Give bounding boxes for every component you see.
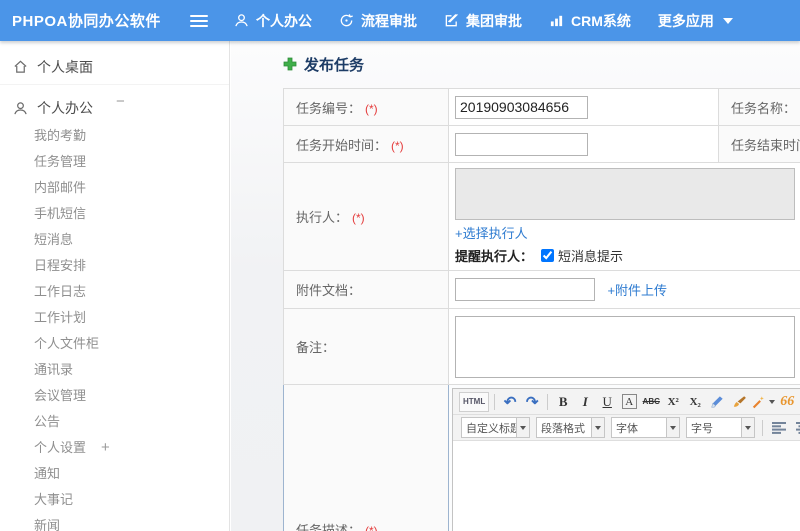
edit-square-icon (445, 14, 459, 27)
start-time-label: 任务开始时间： (*) (283, 125, 449, 163)
sidebar-item-task-management[interactable]: 任务管理 (0, 149, 229, 175)
attachment-input[interactable] (455, 278, 595, 301)
custom-title-select[interactable]: 自定义标题 (461, 417, 530, 438)
sidebar-item-short-message[interactable]: 短消息 (0, 227, 229, 253)
sidebar-item-personal-office[interactable]: 个人办公 − (0, 93, 229, 123)
bar-chart-icon (550, 15, 563, 27)
editor-toolbar-row-1: HTML B I U A ABC X² X₂ (453, 389, 800, 415)
remind-executor-label: 提醒执行人： (455, 249, 534, 264)
strikethrough-button[interactable]: ABC (641, 392, 661, 412)
align-center-icon[interactable] (793, 418, 800, 438)
sidebar-item-notice[interactable]: 通知 (0, 461, 229, 487)
sms-remind-label: 短消息提示 (558, 249, 624, 264)
sidebar-item-schedule[interactable]: 日程安排 (0, 253, 229, 279)
sidebar-item-personal-settings[interactable]: 个人设置 + (0, 435, 229, 461)
process-approval-icon (340, 14, 353, 27)
align-left-icon[interactable] (769, 418, 789, 438)
sidebar-item-meeting[interactable]: 会议管理 (0, 383, 229, 409)
sidebar: 个人桌面 个人办公 − 我的考勤 任务管理 内部邮件 手机短信 短消息 日程安排… (0, 41, 230, 531)
editor-toolbar-row-2: 自定义标题 段落格式 字体 字号 (453, 415, 800, 441)
bold-button[interactable]: B (553, 392, 573, 412)
sms-remind-checkbox[interactable] (541, 249, 555, 262)
executor-textarea[interactable] (455, 168, 795, 220)
caret-down-icon (769, 399, 776, 404)
sidebar-item-contacts[interactable]: 通讯录 (0, 357, 229, 383)
add-plus-icon (283, 57, 297, 71)
remark-textarea[interactable] (455, 315, 795, 378)
hamburger-menu-icon[interactable] (190, 12, 208, 30)
top-nav: 个人办公 流程审批 集团审批 CRM系统 更多应用 (234, 11, 760, 31)
choose-executor-link[interactable]: +选择执行人 (455, 226, 528, 241)
task-number-label: 任务编号： (*) (283, 88, 449, 126)
superscript-button[interactable]: X² (663, 392, 683, 412)
sidebar-item-events[interactable]: 大事记 (0, 487, 229, 513)
main-content: 发布任务 任务编号：(*) 任务名称：(*) 任务开始时间：(*) 任务结束时间… (231, 41, 800, 531)
expand-plus-icon[interactable]: + (101, 435, 110, 461)
undo-icon[interactable] (500, 392, 520, 412)
caret-down-icon (722, 17, 733, 24)
nav-process-approval[interactable]: 流程审批 (339, 11, 417, 31)
user-icon (14, 101, 27, 114)
sidebar-item-desktop[interactable]: 个人桌面 (0, 49, 229, 85)
sidebar-item-announcement[interactable]: 公告 (0, 409, 229, 435)
description-label: 任务描述： (*) (283, 384, 449, 531)
paragraph-format-select[interactable]: 段落格式 (536, 417, 605, 438)
editor-content-area[interactable] (453, 441, 800, 531)
sidebar-item-internal-mail[interactable]: 内部邮件 (0, 175, 229, 201)
user-icon (235, 14, 248, 27)
attachment-label: 附件文档： (283, 270, 449, 309)
sidebar-item-phone-sms[interactable]: 手机短信 (0, 201, 229, 227)
sidebar-item-news[interactable]: 新闻 (0, 513, 229, 531)
start-time-input[interactable] (455, 132, 588, 156)
font-size-select[interactable]: 字号 (686, 417, 755, 438)
subscript-button[interactable]: X₂ (685, 392, 705, 412)
task-number-input[interactable] (455, 95, 588, 119)
end-time-label: 任务结束时间：(*) (718, 125, 800, 163)
topbar: PHPOA协同办公软件 个人办公 流程审批 集团审批 CRM系统 更多应用 (0, 0, 800, 41)
sidebar-item-work-plan[interactable]: 工作计划 (0, 305, 229, 331)
sidebar-item-file-cabinet[interactable]: 个人文件柜 (0, 331, 229, 357)
page-title: 发布任务 (283, 55, 800, 74)
remark-label: 备注： (283, 308, 449, 385)
task-form-table: 任务编号：(*) 任务名称：(*) 任务开始时间：(*) 任务结束时间：(*) … (283, 88, 800, 531)
magic-wand-icon[interactable] (751, 392, 776, 412)
sidebar-item-work-log[interactable]: 工作日志 (0, 279, 229, 305)
collapse-minus-icon[interactable]: − (116, 93, 125, 110)
italic-button[interactable]: I (575, 392, 595, 412)
executor-label: 执行人： (*) (283, 162, 449, 271)
blockquote-button[interactable]: 66 (777, 392, 797, 412)
rich-text-editor: HTML B I U A ABC X² X₂ (452, 388, 800, 531)
format-brush-icon[interactable] (729, 392, 749, 412)
eraser-icon[interactable] (707, 392, 727, 412)
attachment-upload-link[interactable]: +附件上传 (607, 283, 667, 298)
underline-button[interactable]: U (597, 392, 617, 412)
nav-personal-office[interactable]: 个人办公 (234, 11, 312, 31)
font-family-select[interactable]: 字体 (611, 417, 680, 438)
app-logo: PHPOA协同办公软件 (12, 13, 161, 30)
html-source-button[interactable]: HTML (459, 391, 490, 412)
sidebar-item-attendance[interactable]: 我的考勤 (0, 123, 229, 149)
font-frame-button[interactable]: A (621, 394, 637, 409)
nav-more-apps[interactable]: 更多应用 (658, 11, 733, 31)
redo-icon[interactable] (522, 392, 542, 412)
nav-crm[interactable]: CRM系统 (549, 11, 631, 31)
nav-group-approval[interactable]: 集团审批 (444, 11, 522, 31)
home-icon (14, 60, 27, 73)
task-name-label: 任务名称：(*) (718, 88, 800, 126)
